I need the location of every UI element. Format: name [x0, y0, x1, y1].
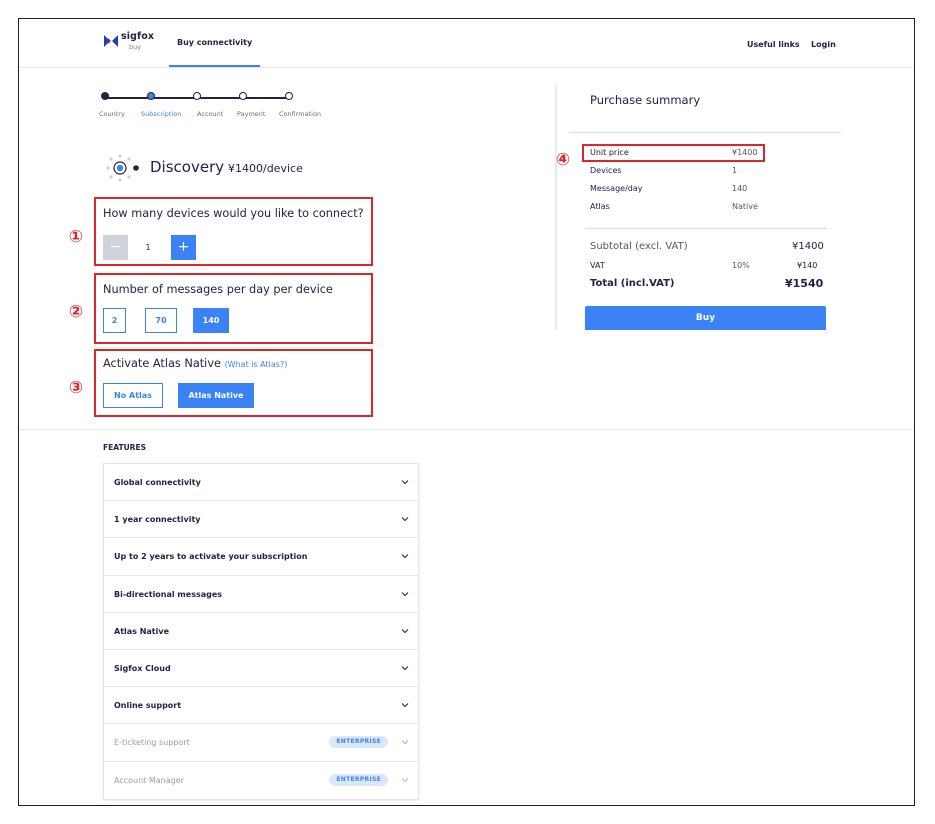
feature-label: Online support — [114, 701, 182, 711]
total-value: ¥1540 — [785, 277, 824, 290]
enterprise-badge: ENTERPRISE — [329, 773, 388, 786]
discovery-plan-icon — [106, 154, 139, 182]
feature-row-sigfox-cloud[interactable]: Sigfox Cloud — [104, 650, 418, 688]
summary-messages-label: Message/day — [590, 184, 643, 193]
annotation-marker-4: ④ — [555, 150, 571, 170]
brand-name: sigfox — [121, 31, 155, 42]
summary-panel-divider — [555, 85, 557, 330]
summary-divider-top — [569, 132, 841, 133]
feature-label: Global connectivity — [114, 478, 201, 487]
sigfox-logo-icon — [104, 35, 118, 47]
feature-row-e-ticketing[interactable]: E-ticketing support ENTERPRISE — [104, 724, 418, 762]
feature-label: Up to 2 years to activate your subscript… — [114, 552, 308, 562]
feature-row-activation-period[interactable]: Up to 2 years to activate your subscript… — [104, 538, 418, 576]
feature-label: E-ticketing support — [114, 738, 190, 748]
feature-row-bi-directional[interactable]: Bi-directional messages — [104, 576, 418, 613]
no-atlas-option[interactable]: No Atlas — [103, 383, 163, 408]
vat-label: VAT — [590, 261, 605, 270]
features-accordion: Global connectivity 1 year connectivity … — [103, 463, 419, 800]
feature-label: Account Manager — [114, 775, 184, 785]
step-label-country: Country — [99, 110, 125, 118]
purchase-summary-title: Purchase summary — [590, 93, 701, 107]
feature-row-online-support[interactable]: Online support — [104, 687, 418, 725]
summary-divider-bottom — [585, 228, 827, 229]
summary-messages-value: 140 — [732, 184, 748, 193]
plan-name: Discovery — [150, 158, 225, 176]
features-heading: FEATURES — [103, 443, 146, 452]
sigfox-logo[interactable]: sigfox buy — [103, 31, 157, 57]
messages-option-2[interactable]: 2 — [103, 308, 126, 333]
chevron-down-icon — [401, 480, 409, 485]
atlas-title: Activate Atlas Native — [103, 357, 221, 370]
chevron-down-icon — [401, 666, 409, 671]
summary-atlas-value: Native — [732, 202, 758, 211]
features-section-divider — [19, 429, 914, 430]
buy-button[interactable]: Buy — [585, 306, 826, 330]
nav-login[interactable]: Login — [811, 19, 836, 71]
step-dot-country[interactable] — [101, 92, 109, 100]
summary-unit-price-label: Unit price — [590, 148, 629, 157]
vat-value: ¥140 — [797, 261, 818, 270]
messages-option-140[interactable]: 140 — [193, 308, 229, 333]
feature-row-1-year-connectivity[interactable]: 1 year connectivity — [104, 501, 418, 539]
step-dot-payment — [239, 92, 247, 100]
summary-devices-value: 1 — [732, 166, 738, 175]
summary-devices-label: Devices — [590, 166, 622, 175]
feature-label: Atlas Native — [114, 626, 170, 636]
devices-count-input[interactable]: 1 — [137, 235, 159, 260]
chevron-down-icon — [401, 517, 409, 522]
step-dot-subscription[interactable] — [147, 92, 155, 100]
vat-rate: 10% — [732, 261, 750, 270]
devices-question: How many devices would you like to conne… — [103, 207, 364, 220]
feature-label: Sigfox Cloud — [114, 663, 171, 673]
annotation-marker-1: ① — [68, 227, 84, 247]
chevron-down-icon — [401, 740, 409, 745]
plan-price: ¥1400/device — [228, 162, 303, 175]
subtotal-label: Subtotal (excl. VAT) — [590, 241, 688, 252]
nav-buy-connectivity[interactable]: Buy connectivity — [169, 19, 261, 67]
chevron-down-icon — [401, 628, 409, 634]
step-label-subscription: Subscription — [141, 110, 182, 118]
total-label: Total (incl.VAT) — [590, 278, 675, 289]
step-label-confirmation: Confirmation — [279, 110, 322, 118]
annotation-marker-3: ③ — [68, 378, 84, 398]
feature-row-account-manager[interactable]: Account Manager ENTERPRISE — [104, 762, 418, 799]
step-label-payment: Payment — [237, 110, 266, 118]
step-dot-account — [193, 92, 201, 100]
checkout-stepper: Country Subscription Account Payment Con… — [99, 91, 361, 121]
summary-atlas-label: Atlas — [590, 202, 610, 211]
enterprise-badge: ENTERPRISE — [329, 736, 388, 749]
atlas-question: Activate Atlas Native (What is Atlas?) — [103, 357, 287, 370]
step-dot-confirmation — [285, 92, 293, 100]
feature-label: 1 year connectivity — [114, 515, 201, 525]
subtotal-value: ¥1400 — [792, 241, 824, 252]
feature-label: Bi-directional messages — [114, 589, 223, 599]
increment-devices-button[interactable]: + — [171, 235, 196, 260]
brand-sub: buy — [129, 43, 142, 51]
feature-row-global-connectivity[interactable]: Global connectivity — [104, 464, 418, 502]
nav-useful-links[interactable]: Useful links — [747, 19, 800, 71]
messages-option-70[interactable]: 70 — [145, 308, 177, 333]
annotation-marker-2: ② — [68, 302, 84, 322]
messages-question: Number of messages per day per device — [103, 283, 333, 296]
top-header: sigfox buy Buy connectivity Useful links… — [19, 19, 914, 68]
chevron-down-icon — [401, 703, 409, 708]
what-is-atlas-link[interactable]: (What is Atlas?) — [225, 360, 288, 369]
page-frame: sigfox buy Buy connectivity Useful links… — [18, 18, 915, 806]
feature-row-atlas-native[interactable]: Atlas Native — [104, 613, 418, 650]
chevron-down-icon — [401, 591, 409, 596]
chevron-down-icon — [401, 777, 409, 782]
summary-unit-price-value: ¥1400 — [732, 148, 758, 157]
decrement-devices-button[interactable]: − — [103, 235, 128, 260]
step-label-account: Account — [197, 110, 224, 118]
chevron-down-icon — [401, 554, 409, 559]
atlas-native-option[interactable]: Atlas Native — [178, 383, 254, 408]
